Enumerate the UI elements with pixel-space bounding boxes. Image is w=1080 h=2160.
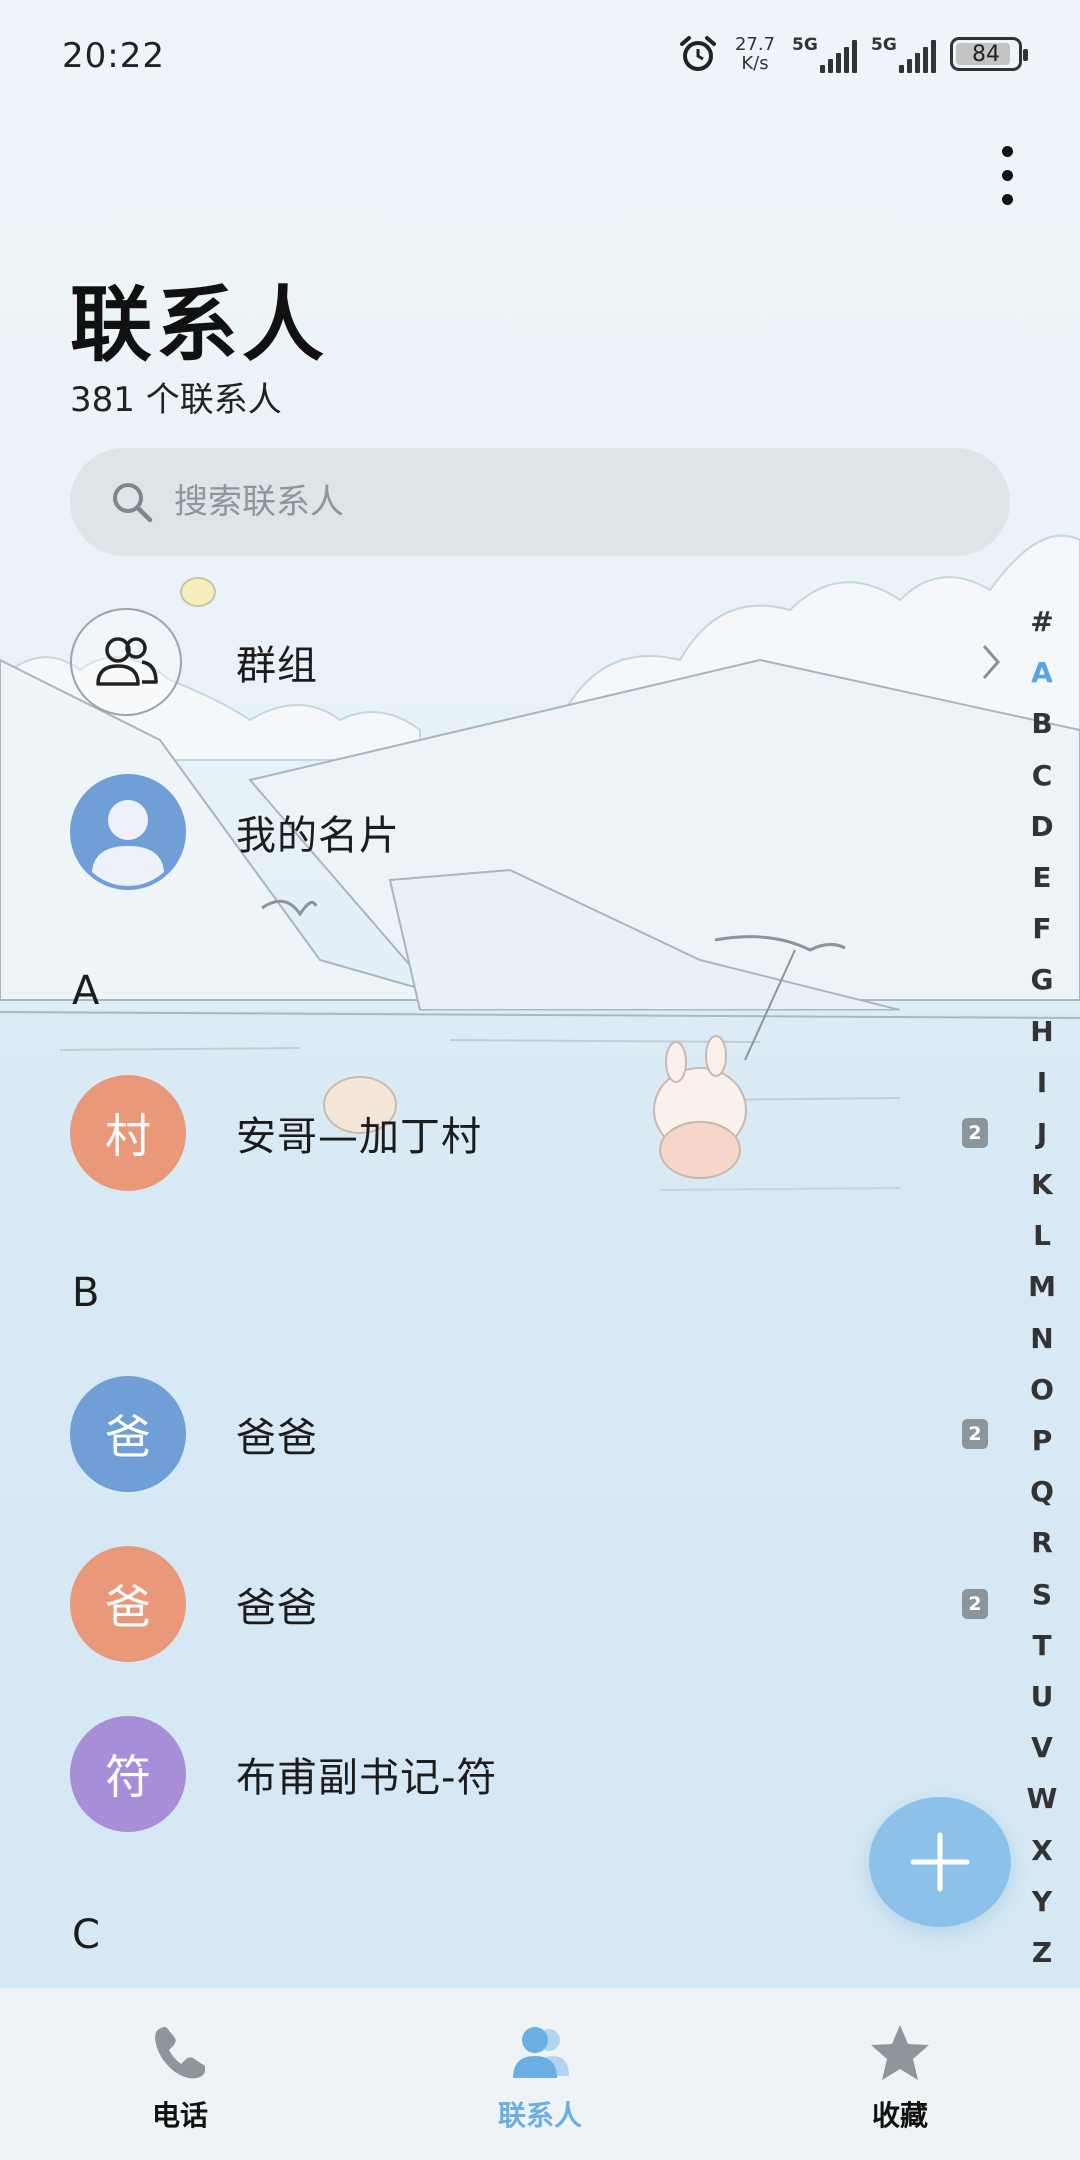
index-letter[interactable]: #	[1024, 596, 1060, 647]
sim2-signal-icon: 5G	[871, 35, 936, 73]
contact-row[interactable]: 符 布甫副书记-符	[0, 1704, 1020, 1844]
contacts-people-icon	[513, 2027, 569, 2078]
contact-row[interactable]: 爸 爸爸 2	[0, 1364, 1020, 1504]
chevron-right-icon	[982, 645, 1000, 679]
index-letter[interactable]: T	[1024, 1620, 1060, 1671]
contact-row[interactable]: 爸 爸爸 2	[0, 1534, 1020, 1674]
groups-label: 群组	[236, 643, 318, 689]
battery-level: 84	[972, 41, 1000, 67]
contact-avatar: 村	[70, 1075, 186, 1191]
groups-row[interactable]: 群组	[0, 592, 1020, 732]
status-time: 20:22	[62, 36, 165, 76]
index-letter[interactable]: H	[1024, 1006, 1060, 1057]
tab-favorites-label: 收藏	[871, 2099, 928, 2132]
index-letter[interactable]: X	[1024, 1825, 1060, 1876]
contact-avatar: 符	[70, 1716, 186, 1832]
people-group-icon	[96, 637, 158, 686]
search-icon	[113, 483, 153, 523]
sim2-network-type: 5G	[871, 35, 897, 55]
index-letter[interactable]: A	[1024, 647, 1060, 698]
contact-name: 爸爸	[236, 1585, 318, 1631]
tab-phone[interactable]: 电话	[0, 1988, 360, 2160]
search-input[interactable]	[174, 482, 874, 522]
section-header-a: A	[72, 968, 100, 1014]
alphabet-index[interactable]: # A B C D E F G H I J K L M N O P Q R S T U V W X Y Z	[1024, 596, 1060, 1978]
my-card-row[interactable]: 我的名片	[0, 762, 1020, 902]
index-letter[interactable]: J	[1024, 1108, 1060, 1159]
more-vertical-icon	[1001, 145, 1013, 157]
groups-avatar	[70, 608, 182, 716]
tab-phone-label: 电话	[151, 2099, 208, 2132]
index-letter[interactable]: Z	[1024, 1927, 1060, 1978]
index-letter[interactable]: P	[1024, 1415, 1060, 1466]
network-speed-unit: K/s	[741, 53, 769, 74]
index-letter[interactable]: N	[1024, 1313, 1060, 1364]
sim-card-icon: 2	[962, 1589, 988, 1619]
my-card-avatar	[70, 774, 186, 890]
alarm-clock-icon	[680, 36, 716, 71]
index-letter[interactable]: F	[1024, 903, 1060, 954]
tab-contacts[interactable]: 联系人	[360, 1988, 720, 2160]
index-letter[interactable]: D	[1024, 801, 1060, 852]
section-header-c: C	[72, 1912, 100, 1958]
add-contact-button[interactable]	[869, 1797, 1011, 1927]
index-letter[interactable]: G	[1024, 954, 1060, 1005]
index-letter[interactable]: K	[1024, 1159, 1060, 1210]
index-letter[interactable]: V	[1024, 1722, 1060, 1773]
phone-icon	[155, 2027, 205, 2079]
sim-card-icon: 2	[962, 1118, 988, 1148]
contact-count: 381 个联系人	[70, 380, 282, 420]
plus-icon	[910, 1832, 970, 1892]
network-speed: 27.7 K/s	[732, 35, 778, 73]
index-letter[interactable]: U	[1024, 1671, 1060, 1722]
contact-name: 爸爸	[236, 1415, 318, 1461]
more-options-button[interactable]	[982, 140, 1032, 210]
index-letter[interactable]: B	[1024, 698, 1060, 749]
tab-favorites[interactable]: 收藏	[720, 1988, 1080, 2160]
person-icon	[92, 800, 164, 886]
status-icons: 27.7 K/s 5G 5G 84	[678, 34, 1028, 74]
sim-card-icon: 2	[962, 1419, 988, 1449]
sim1-network-type: 5G	[792, 35, 818, 55]
search-bar[interactable]	[70, 448, 1010, 556]
bottom-navigation: 电话 联系人 收藏	[0, 1988, 1080, 2160]
page-title: 联系人	[70, 278, 329, 373]
sim1-signal-icon: 5G	[792, 35, 857, 73]
star-icon	[871, 2025, 929, 2080]
status-bar: 20:22 27.7 K/s 5G 5G 84	[0, 0, 1080, 110]
contact-avatar: 爸	[70, 1546, 186, 1662]
section-header-b: B	[72, 1270, 100, 1316]
contact-name: 安哥—加丁村	[236, 1114, 482, 1160]
index-letter[interactable]: E	[1024, 852, 1060, 903]
index-letter[interactable]: M	[1024, 1261, 1060, 1312]
network-speed-value: 27.7	[734, 34, 776, 55]
index-letter[interactable]: C	[1024, 750, 1060, 801]
index-letter[interactable]: O	[1024, 1364, 1060, 1415]
index-letter[interactable]: W	[1024, 1773, 1060, 1824]
index-letter[interactable]: Y	[1024, 1876, 1060, 1927]
contact-name: 布甫副书记-符	[236, 1755, 498, 1801]
contact-row[interactable]: 村 安哥—加丁村 2	[0, 1063, 1020, 1203]
battery-icon: 84	[950, 37, 1028, 71]
tab-contacts-label: 联系人	[497, 2099, 582, 2132]
index-letter[interactable]: R	[1024, 1517, 1060, 1568]
contact-avatar: 爸	[70, 1376, 186, 1492]
index-letter[interactable]: Q	[1024, 1466, 1060, 1517]
index-letter[interactable]: I	[1024, 1057, 1060, 1108]
index-letter[interactable]: S	[1024, 1569, 1060, 1620]
index-letter[interactable]: L	[1024, 1210, 1060, 1261]
my-card-label: 我的名片	[236, 813, 400, 859]
